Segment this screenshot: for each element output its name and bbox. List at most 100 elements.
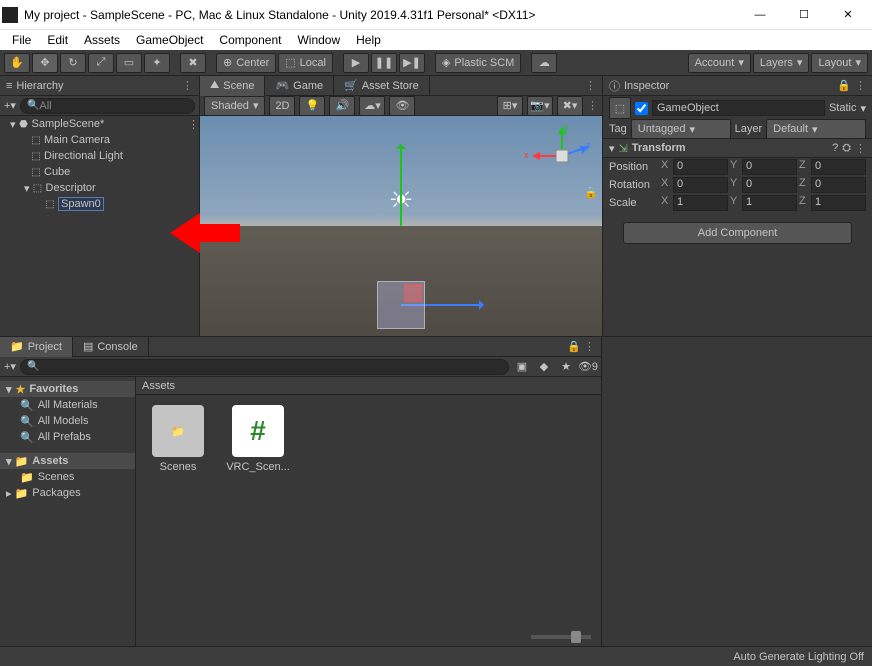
maximize-button[interactable]: ☐ (782, 1, 826, 29)
rotate-tool-button[interactable]: ↻ (60, 53, 86, 73)
tools-button[interactable]: ✖▾ (557, 96, 583, 116)
pos-z-field[interactable]: 0 (811, 159, 866, 175)
project-tabs-menu[interactable]: 🔒 ⋮ (561, 340, 601, 353)
favorites-header[interactable]: ▾ ★ Favorites (0, 381, 135, 397)
move-gizmo-y[interactable] (400, 147, 402, 226)
custom-tool-button[interactable]: ✖ (180, 53, 206, 73)
tab-scene[interactable]: ⛰Scene (200, 76, 265, 96)
audio-toggle[interactable]: 🔊 (329, 96, 355, 116)
help-icon[interactable]: ? (832, 142, 838, 154)
assets-scenes[interactable]: 📁 Scenes (0, 469, 135, 485)
scene-menu-icon[interactable]: ⋮ (587, 99, 598, 112)
transform-tool-button[interactable]: ✦ (144, 53, 170, 73)
orientation-gizmo[interactable]: y x z (532, 126, 592, 186)
project-search[interactable]: 🔍 (20, 359, 509, 375)
lock-icon[interactable]: 🔒 (837, 79, 851, 92)
hierarchy-search[interactable]: 🔍 All (20, 98, 195, 114)
scene-viewport[interactable]: ☀ y x z 🔒 (200, 116, 602, 336)
layout-dropdown[interactable]: Layout ▾ (811, 53, 868, 73)
space-toggle[interactable]: ⬚Local (278, 53, 333, 73)
lock-icon[interactable]: 🔒 (584, 186, 598, 199)
main-toolbar: ✋ ✥ ↻ ⤢ ▭ ✦ ✖ ⊕Center ⬚Local ▶ ❚❚ ▶❚ ◈Pl… (0, 50, 872, 76)
tab-game[interactable]: 🎮Game (265, 76, 334, 96)
menu-file[interactable]: File (4, 31, 39, 49)
hierarchy-item-descriptor[interactable]: ▾ ⬚Descriptor (0, 180, 199, 196)
project-item-script[interactable]: #VRC_Scen... (226, 405, 290, 473)
hidden-toggle[interactable]: 👁 (389, 96, 415, 116)
assets-header[interactable]: ▾ 📁 Assets (0, 453, 135, 469)
rot-x-field[interactable]: 0 (673, 177, 728, 193)
menu-component[interactable]: Component (211, 31, 289, 49)
step-button[interactable]: ▶❚ (399, 53, 425, 73)
hierarchy-item-camera[interactable]: ⬚Main Camera (0, 132, 199, 148)
draw-mode-dropdown[interactable]: Shaded ▾ (204, 96, 265, 116)
pivot-toggle[interactable]: ⊕Center (216, 53, 276, 73)
filter-type-button[interactable]: ▣ (513, 359, 531, 375)
menu-help[interactable]: Help (348, 31, 389, 49)
filter-label-button[interactable]: ◆ (535, 359, 553, 375)
move-tool-button[interactable]: ✥ (32, 53, 58, 73)
add-component-button[interactable]: Add Component (623, 222, 852, 244)
hidden-count[interactable]: 👁9 (579, 359, 597, 375)
packages-header[interactable]: ▸ 📁 Packages (0, 485, 135, 501)
tabs-menu-icon[interactable]: ⋮ (579, 79, 602, 92)
project-item-folder[interactable]: 📁Scenes (146, 405, 210, 473)
menu-window[interactable]: Window (289, 31, 348, 49)
scl-z-field[interactable]: 1 (811, 195, 866, 211)
rect-tool-button[interactable]: ▭ (116, 53, 142, 73)
name-field[interactable]: GameObject (652, 100, 825, 116)
tab-asset-store[interactable]: 🛒Asset Store (334, 76, 430, 96)
active-checkbox[interactable] (635, 102, 648, 115)
fav-models[interactable]: 🔍 All Models (0, 413, 135, 429)
scale-tool-button[interactable]: ⤢ (88, 53, 114, 73)
hierarchy-item-editing[interactable]: ⬚Spawn0 (0, 196, 199, 212)
menu-gameobject[interactable]: GameObject (128, 31, 211, 49)
scl-x-field[interactable]: 1 (673, 195, 728, 211)
breadcrumb[interactable]: Assets (136, 377, 601, 395)
rot-z-field[interactable]: 0 (811, 177, 866, 193)
rot-y-field[interactable]: 0 (742, 177, 797, 193)
position-label: Position (609, 161, 657, 173)
layers-dropdown[interactable]: Layers ▾ (753, 53, 810, 73)
transform-header[interactable]: ▾ ⇲ Transform? ⛭ ⋮ (603, 138, 872, 158)
fav-materials[interactable]: 🔍 All Materials (0, 397, 135, 413)
project-add-button[interactable]: +▾ (4, 360, 16, 373)
tag-dropdown[interactable]: Untagged ▾ (631, 119, 731, 139)
vcs-button[interactable]: ◈Plastic SCM (435, 53, 521, 73)
layer-dropdown[interactable]: Default ▾ (766, 119, 866, 139)
fx-toggle[interactable]: ☁▾ (359, 96, 385, 116)
pos-y-field[interactable]: 0 (742, 159, 797, 175)
account-dropdown[interactable]: Account ▾ (688, 53, 751, 73)
selected-object[interactable] (377, 281, 425, 329)
close-button[interactable]: ✕ (826, 1, 870, 29)
static-dropdown[interactable]: ▾ (860, 102, 866, 115)
hand-tool-button[interactable]: ✋ (4, 53, 30, 73)
scene-row[interactable]: ▾ ⬣SampleScene*⋮ (0, 116, 199, 132)
play-button[interactable]: ▶ (343, 53, 369, 73)
hierarchy-add-button[interactable]: +▾ (4, 99, 16, 112)
scl-y-field[interactable]: 1 (742, 195, 797, 211)
favorite-button[interactable]: ★ (557, 359, 575, 375)
transform-icon: ⇲ (619, 142, 628, 155)
preset-icon[interactable]: ⛭ (842, 142, 851, 155)
folder-thumb: 📁 (152, 405, 204, 457)
gizmo-toggle[interactable]: ⊞▾ (497, 96, 523, 116)
minimize-button[interactable]: — (738, 1, 782, 29)
tab-project[interactable]: 📁Project (0, 337, 73, 357)
hierarchy-item-cube[interactable]: ⬚Cube (0, 164, 199, 180)
pause-button[interactable]: ❚❚ (371, 53, 397, 73)
cloud-button[interactable]: ☁ (531, 53, 557, 73)
fav-prefabs[interactable]: 🔍 All Prefabs (0, 429, 135, 445)
inspector-menu-icon[interactable]: ⋮ (855, 79, 866, 92)
menu-assets[interactable]: Assets (76, 31, 128, 49)
lighting-toggle[interactable]: 💡 (299, 96, 325, 116)
pos-x-field[interactable]: 0 (673, 159, 728, 175)
component-menu-icon[interactable]: ⋮ (855, 142, 866, 155)
menu-edit[interactable]: Edit (39, 31, 76, 49)
hierarchy-menu-icon[interactable]: ⋮ (182, 79, 193, 92)
camera-button[interactable]: 📷▾ (527, 96, 553, 116)
hierarchy-item-light[interactable]: ⬚Directional Light (0, 148, 199, 164)
tab-console[interactable]: ▤Console (73, 337, 149, 357)
thumbnail-size-slider[interactable] (136, 628, 601, 646)
2d-toggle[interactable]: 2D (269, 96, 295, 116)
